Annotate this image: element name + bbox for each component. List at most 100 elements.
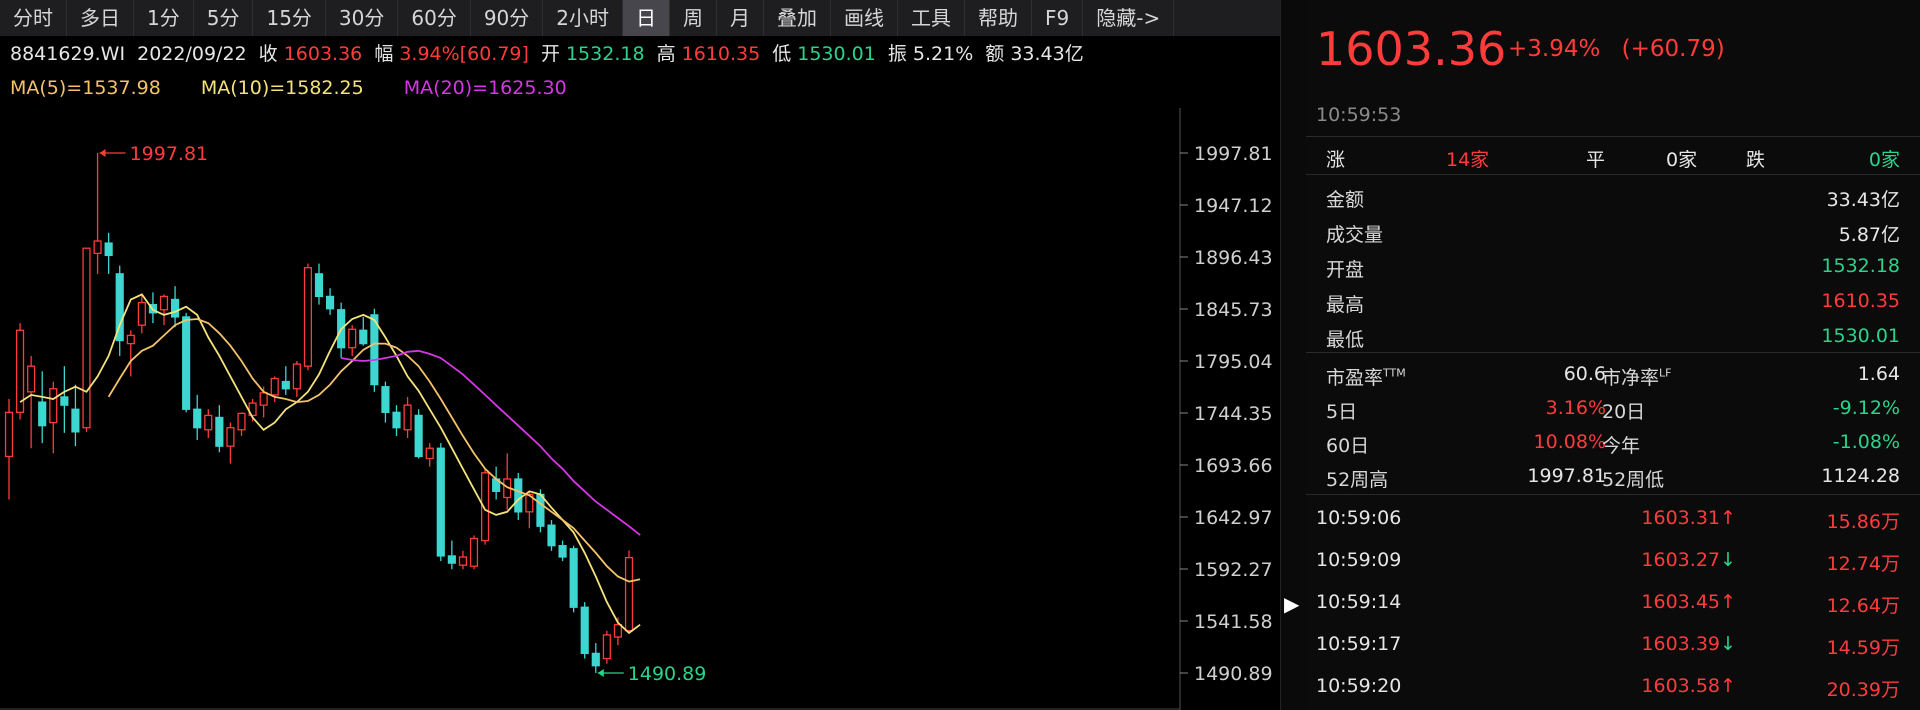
period-tab[interactable]: F9 [1032, 0, 1084, 36]
candle-body [547, 524, 556, 547]
period-tab[interactable]: 帮助 [965, 0, 1033, 36]
period-tab[interactable]: 多日 [67, 0, 134, 36]
candle-body [27, 365, 36, 393]
candle[interactable] [170, 286, 180, 328]
candle[interactable] [447, 540, 456, 570]
candle[interactable] [226, 422, 235, 464]
candle[interactable] [126, 330, 135, 377]
period-tab[interactable]: 30分 [326, 0, 399, 36]
candle[interactable] [514, 472, 523, 521]
candle[interactable] [193, 394, 202, 441]
up-count: 14家 [1446, 149, 1490, 171]
candle[interactable] [503, 453, 512, 510]
candle[interactable] [204, 409, 213, 438]
security-code: 8841629.WI [10, 43, 126, 65]
period-tab[interactable]: 1分 [134, 0, 194, 36]
candle[interactable] [137, 294, 146, 334]
expand-arrow-icon[interactable]: ▶ [1284, 592, 1299, 616]
candle[interactable] [469, 535, 479, 570]
candle[interactable] [215, 405, 224, 453]
candle[interactable] [359, 316, 368, 346]
candle[interactable] [4, 398, 14, 500]
candle-body [613, 624, 623, 638]
candle[interactable] [436, 443, 445, 562]
candle-body [591, 652, 600, 667]
candle[interactable] [314, 263, 324, 305]
down-label: 跌 [1746, 149, 1766, 171]
candle[interactable] [104, 232, 113, 274]
period-tab[interactable]: 月 [717, 0, 765, 36]
candle-body [281, 380, 290, 390]
period-tab[interactable]: 90分 [471, 0, 544, 36]
period-tab[interactable]: 工具 [898, 0, 966, 36]
candle[interactable] [49, 381, 58, 454]
candle[interactable] [558, 540, 567, 562]
candle[interactable] [458, 550, 468, 570]
candle-body [447, 555, 456, 564]
candle[interactable] [580, 602, 589, 659]
pb-label: 市净率LF [1602, 366, 1672, 389]
candle[interactable] [602, 630, 611, 664]
candle[interactable] [93, 153, 102, 274]
candle[interactable] [292, 361, 301, 397]
price-change: +3.94% (+60.79) [1508, 36, 1739, 62]
candle-body [82, 247, 91, 429]
candle[interactable] [182, 312, 191, 413]
candle-body [403, 404, 412, 431]
candle-body [182, 316, 191, 410]
candle[interactable] [492, 466, 501, 500]
open-value: 1532.18 [565, 43, 645, 65]
candle[interactable] [71, 384, 80, 447]
candle[interactable] [591, 643, 600, 673]
breadth-row: 涨 14家 平 0家 跌 0家 [1306, 138, 1920, 172]
candle[interactable] [403, 396, 412, 438]
period-tab[interactable]: 隐藏-> [1083, 0, 1175, 36]
period-tab[interactable]: 周 [670, 0, 718, 36]
candle-body [580, 606, 589, 655]
candle[interactable] [82, 247, 91, 432]
candle[interactable] [27, 355, 36, 449]
ma10-legend: MA(10)=1582.25 [200, 77, 364, 99]
candle[interactable] [281, 366, 290, 395]
candle[interactable] [348, 325, 357, 356]
period-tab[interactable]: 60分 [398, 0, 471, 36]
candle[interactable] [237, 412, 246, 436]
candle[interactable] [303, 263, 313, 371]
stat-value: 5.87亿 [1838, 224, 1900, 246]
candle[interactable] [414, 409, 423, 459]
quote-panel: 1603.36 +3.94% (+60.79) 10:59:53 涨 14家 平… [1306, 0, 1920, 710]
ratio-row: 52周高 1997.81 52周低 1124.28 [1306, 458, 1920, 492]
period-tab[interactable]: 画线 [831, 0, 899, 36]
stat-row: 金额 33.43亿 [1306, 178, 1920, 212]
r20-label: 20日 [1602, 401, 1646, 423]
candle[interactable] [60, 366, 69, 433]
candlestick-chart[interactable]: 1997.81 1947.12 1896.43 1845.73 1795.04 1744.… [0, 108, 1280, 710]
candle[interactable] [115, 265, 124, 356]
candle[interactable] [381, 381, 390, 423]
candle[interactable] [569, 545, 578, 613]
period-tab[interactable]: 分时 [0, 0, 67, 36]
stat-row: 最高 1610.35 [1306, 283, 1920, 317]
candle[interactable] [624, 550, 634, 633]
last-price: 1603.36 [1316, 22, 1507, 76]
period-tab[interactable]: 15分 [253, 0, 326, 36]
candle[interactable] [547, 520, 556, 551]
candle-body [602, 634, 611, 660]
candle[interactable] [425, 443, 434, 467]
period-tab[interactable]: 5分 [194, 0, 254, 36]
stat-label: 最低 [1326, 329, 1365, 351]
candle[interactable] [38, 371, 47, 444]
y-tick-label: 1693.66 [1194, 455, 1273, 477]
candle[interactable] [392, 405, 401, 436]
y-tick-label: 1642.97 [1194, 507, 1273, 529]
tick-time: 10:59:17 [1316, 633, 1402, 655]
tick-time: 10:59:09 [1316, 549, 1402, 571]
period-tab[interactable]: 叠加 [764, 0, 832, 36]
period-tab[interactable]: 日 [623, 0, 671, 36]
candle-body [514, 478, 523, 513]
candle[interactable] [325, 288, 335, 315]
candle[interactable] [15, 323, 25, 420]
period-tab[interactable]: 2小时 [543, 0, 624, 36]
candle[interactable] [159, 294, 169, 326]
candle-body [569, 548, 578, 608]
